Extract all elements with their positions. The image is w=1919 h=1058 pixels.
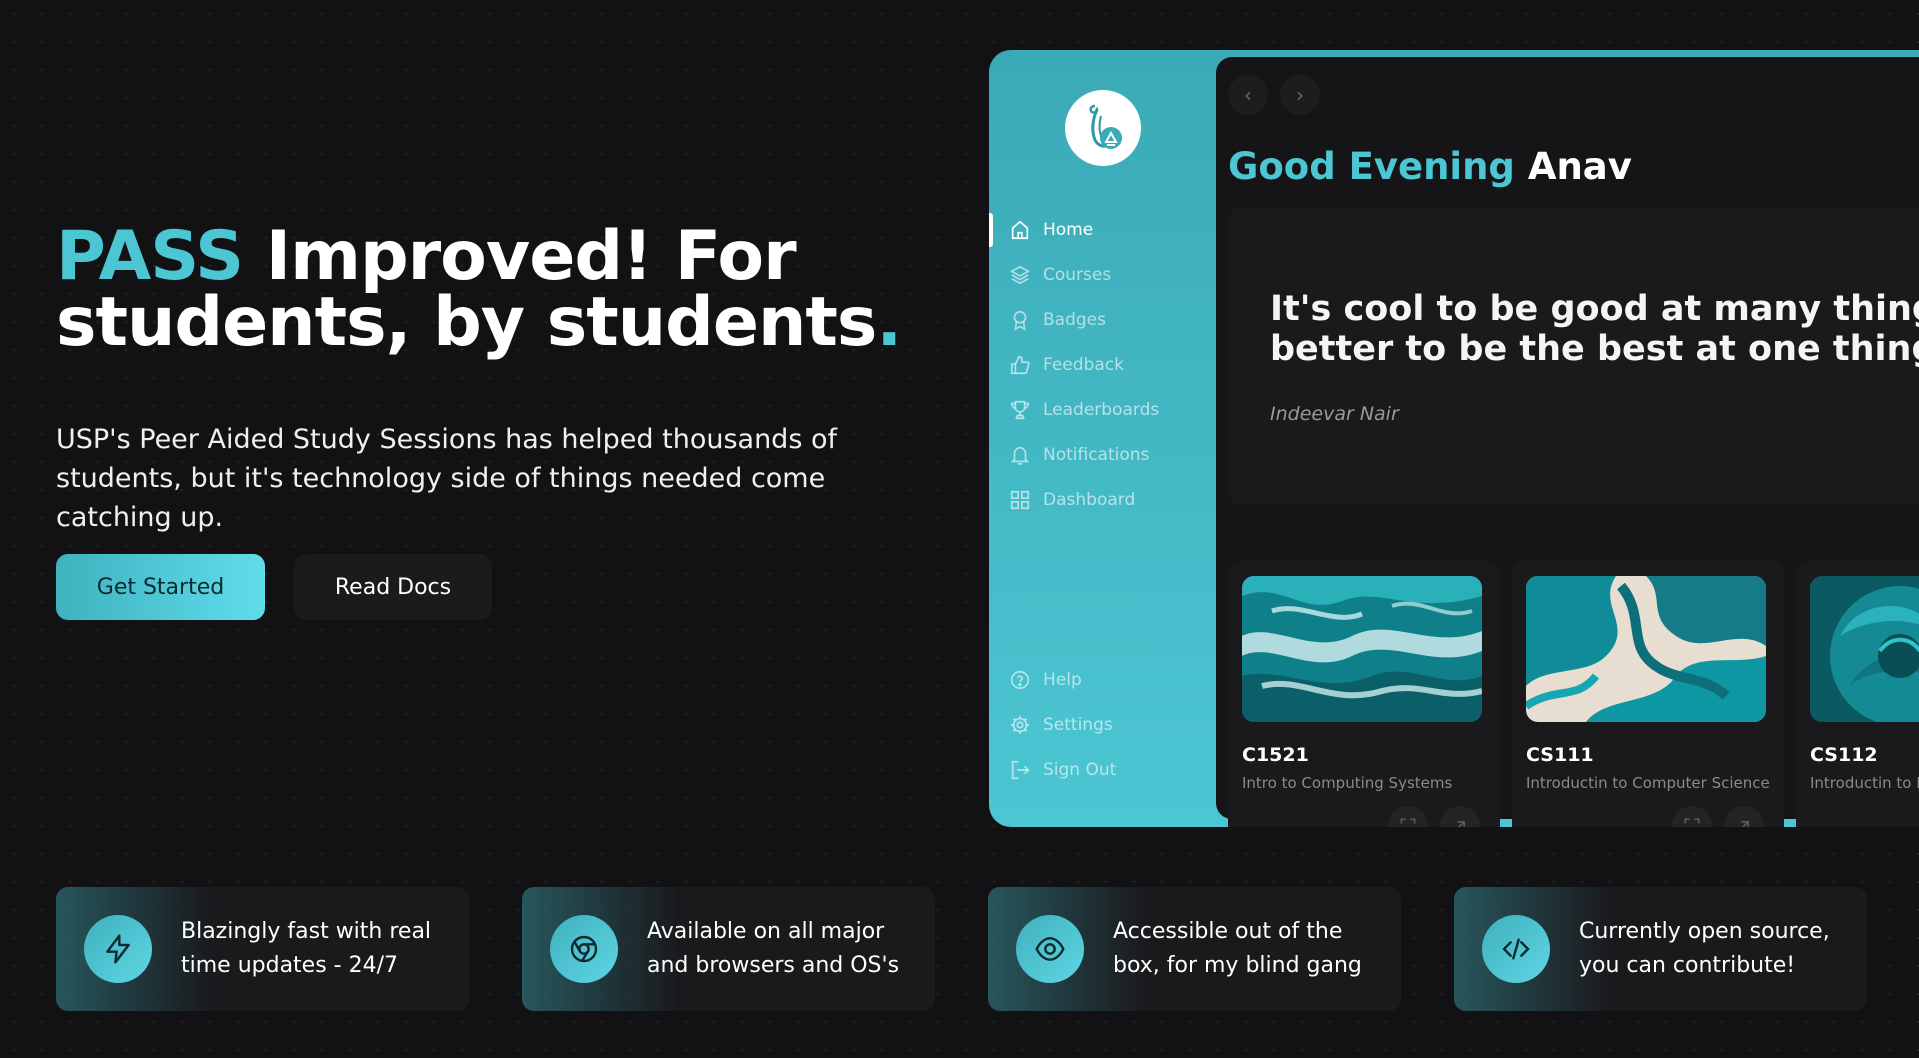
course-image-ocean <box>1242 576 1482 722</box>
feature-card-browsers: Available on all major and browsers and … <box>522 887 935 1011</box>
home-icon <box>1011 220 1029 240</box>
quote-line: It's cool to be good at many things, but <box>1270 289 1919 329</box>
app-preview: Home Courses Badges Feedback Leaderboard… <box>989 50 1919 827</box>
course-card[interactable]: CS111 Introductin to Computer Science <box>1512 560 1784 827</box>
sidebar-item-label: Feedback <box>1043 355 1124 375</box>
sidebar-item-label: Courses <box>1043 265 1112 285</box>
bell-icon <box>1010 446 1030 465</box>
greeting: Good Evening Anav <box>1228 145 1632 188</box>
badge-icon <box>1013 310 1027 331</box>
app-logo[interactable] <box>1065 90 1141 166</box>
hero-subtitle: USP's Peer Aided Study Sessions has help… <box>56 424 837 533</box>
quote-author: Indeevar Nair <box>1270 403 1399 425</box>
sidebar-item-label: Home <box>1043 220 1094 240</box>
gear-icon <box>1010 715 1030 735</box>
feature-icon-wrap <box>550 915 618 983</box>
feature-card-open-source: Currently open source, you can contribut… <box>1454 887 1867 1011</box>
feature-text: Blazingly fast with real time updates - … <box>181 919 432 978</box>
feature-text: Available on all major and browsers and … <box>647 919 900 978</box>
open-course-button[interactable] <box>1440 806 1480 827</box>
greeting-name: Anav <box>1527 145 1632 188</box>
sidebar: Home Courses Badges Feedback Leaderboard… <box>989 50 1215 827</box>
expand-button[interactable] <box>1388 806 1428 827</box>
read-docs-button[interactable]: Read Docs <box>294 554 492 620</box>
chevron-right-icon: › <box>1296 83 1304 107</box>
chevron-left-icon: ‹ <box>1244 83 1252 107</box>
get-started-button[interactable]: Get Started <box>56 554 265 620</box>
feature-text: Accessible out of the box, for my blind … <box>1113 919 1362 978</box>
sidebar-item-label: Dashboard <box>1043 490 1136 510</box>
sidebar-item-label: Badges <box>1043 310 1106 330</box>
sidebar-item-label: Sign Out <box>1043 760 1117 780</box>
arrow-up-right-icon <box>1741 821 1749 827</box>
sidebar-item-courses[interactable]: Courses <box>1009 260 1209 290</box>
course-image-marble <box>1526 576 1766 722</box>
sidebar-item-label: Leaderboards <box>1043 400 1160 420</box>
course-code: C1521 <box>1242 744 1309 766</box>
thumbs-up-icon <box>1010 355 1030 375</box>
sidebar-item-notifications[interactable]: Notifications <box>1009 440 1209 470</box>
sidebar-item-feedback[interactable]: Feedback <box>1009 350 1209 380</box>
course-name: Introductin to Computer Science <box>1526 774 1770 792</box>
grid-icon <box>1010 490 1030 510</box>
sidebar-item-dashboard[interactable]: Dashboard <box>1009 485 1209 515</box>
feature-icon-wrap <box>1482 915 1550 983</box>
course-card[interactable]: C1521 Intro to Computing Systems <box>1228 560 1500 827</box>
greeting-prefix: Good Evening <box>1228 145 1515 188</box>
fullscreen-icon <box>1400 818 1416 824</box>
layers-icon <box>1010 265 1030 285</box>
hero-title-dot: . <box>876 283 902 362</box>
sidebar-item-label: Help <box>1043 670 1082 690</box>
expand-button[interactable] <box>1672 806 1712 827</box>
feature-card-accessibility: Accessible out of the box, for my blind … <box>988 887 1401 1011</box>
sidebar-item-badges[interactable]: Badges <box>1009 305 1209 335</box>
logo-icon <box>1089 104 1122 149</box>
sidebar-item-label: Settings <box>1043 715 1113 735</box>
help-icon <box>1010 670 1030 690</box>
course-code: CS111 <box>1526 744 1594 766</box>
quote-card: It's cool to be good at many things, but… <box>1228 207 1919 505</box>
course-card[interactable]: CS112 Introductin to D <box>1796 560 1919 827</box>
chrome-icon <box>570 935 598 963</box>
nav-active-indicator <box>989 213 993 247</box>
feature-card-speed: Blazingly fast with real time updates - … <box>56 887 469 1011</box>
trophy-icon <box>1010 400 1030 420</box>
course-name: Introductin to D <box>1810 774 1919 792</box>
arrow-up-right-icon <box>1457 821 1465 827</box>
hero-title: PASS Improved! For students, by students… <box>56 223 916 357</box>
feature-text: Currently open source, you can contribut… <box>1579 919 1830 978</box>
sidebar-item-leaderboards[interactable]: Leaderboards <box>1009 395 1209 425</box>
open-course-button[interactable] <box>1724 806 1764 827</box>
sidebar-item-settings[interactable]: Settings <box>1009 710 1209 740</box>
lightning-icon <box>106 934 130 964</box>
course-name: Intro to Computing Systems <box>1242 774 1453 792</box>
fullscreen-icon <box>1684 818 1700 824</box>
sidebar-item-sign-out[interactable]: Sign Out <box>1009 755 1209 785</box>
quote-text: It's cool to be good at many things, but… <box>1270 289 1919 369</box>
eye-icon <box>1035 937 1065 961</box>
feature-icon-wrap <box>1016 915 1084 983</box>
course-image-rose <box>1810 576 1919 722</box>
quote-line: better to be the best at one thing. <box>1270 329 1919 369</box>
sidebar-item-label: Notifications <box>1043 445 1150 465</box>
forward-button[interactable]: › <box>1280 75 1320 115</box>
back-button[interactable]: ‹ <box>1228 75 1268 115</box>
sign-out-icon <box>1011 760 1030 780</box>
main-panel: ‹ › Good Evening Anav It's cool to be go… <box>1216 57 1919 827</box>
feature-icon-wrap <box>84 915 152 983</box>
sidebar-item-help[interactable]: Help <box>1009 665 1209 695</box>
course-code: CS112 <box>1810 744 1878 766</box>
sidebar-item-home[interactable]: Home <box>1009 215 1209 245</box>
code-icon <box>1502 938 1530 960</box>
